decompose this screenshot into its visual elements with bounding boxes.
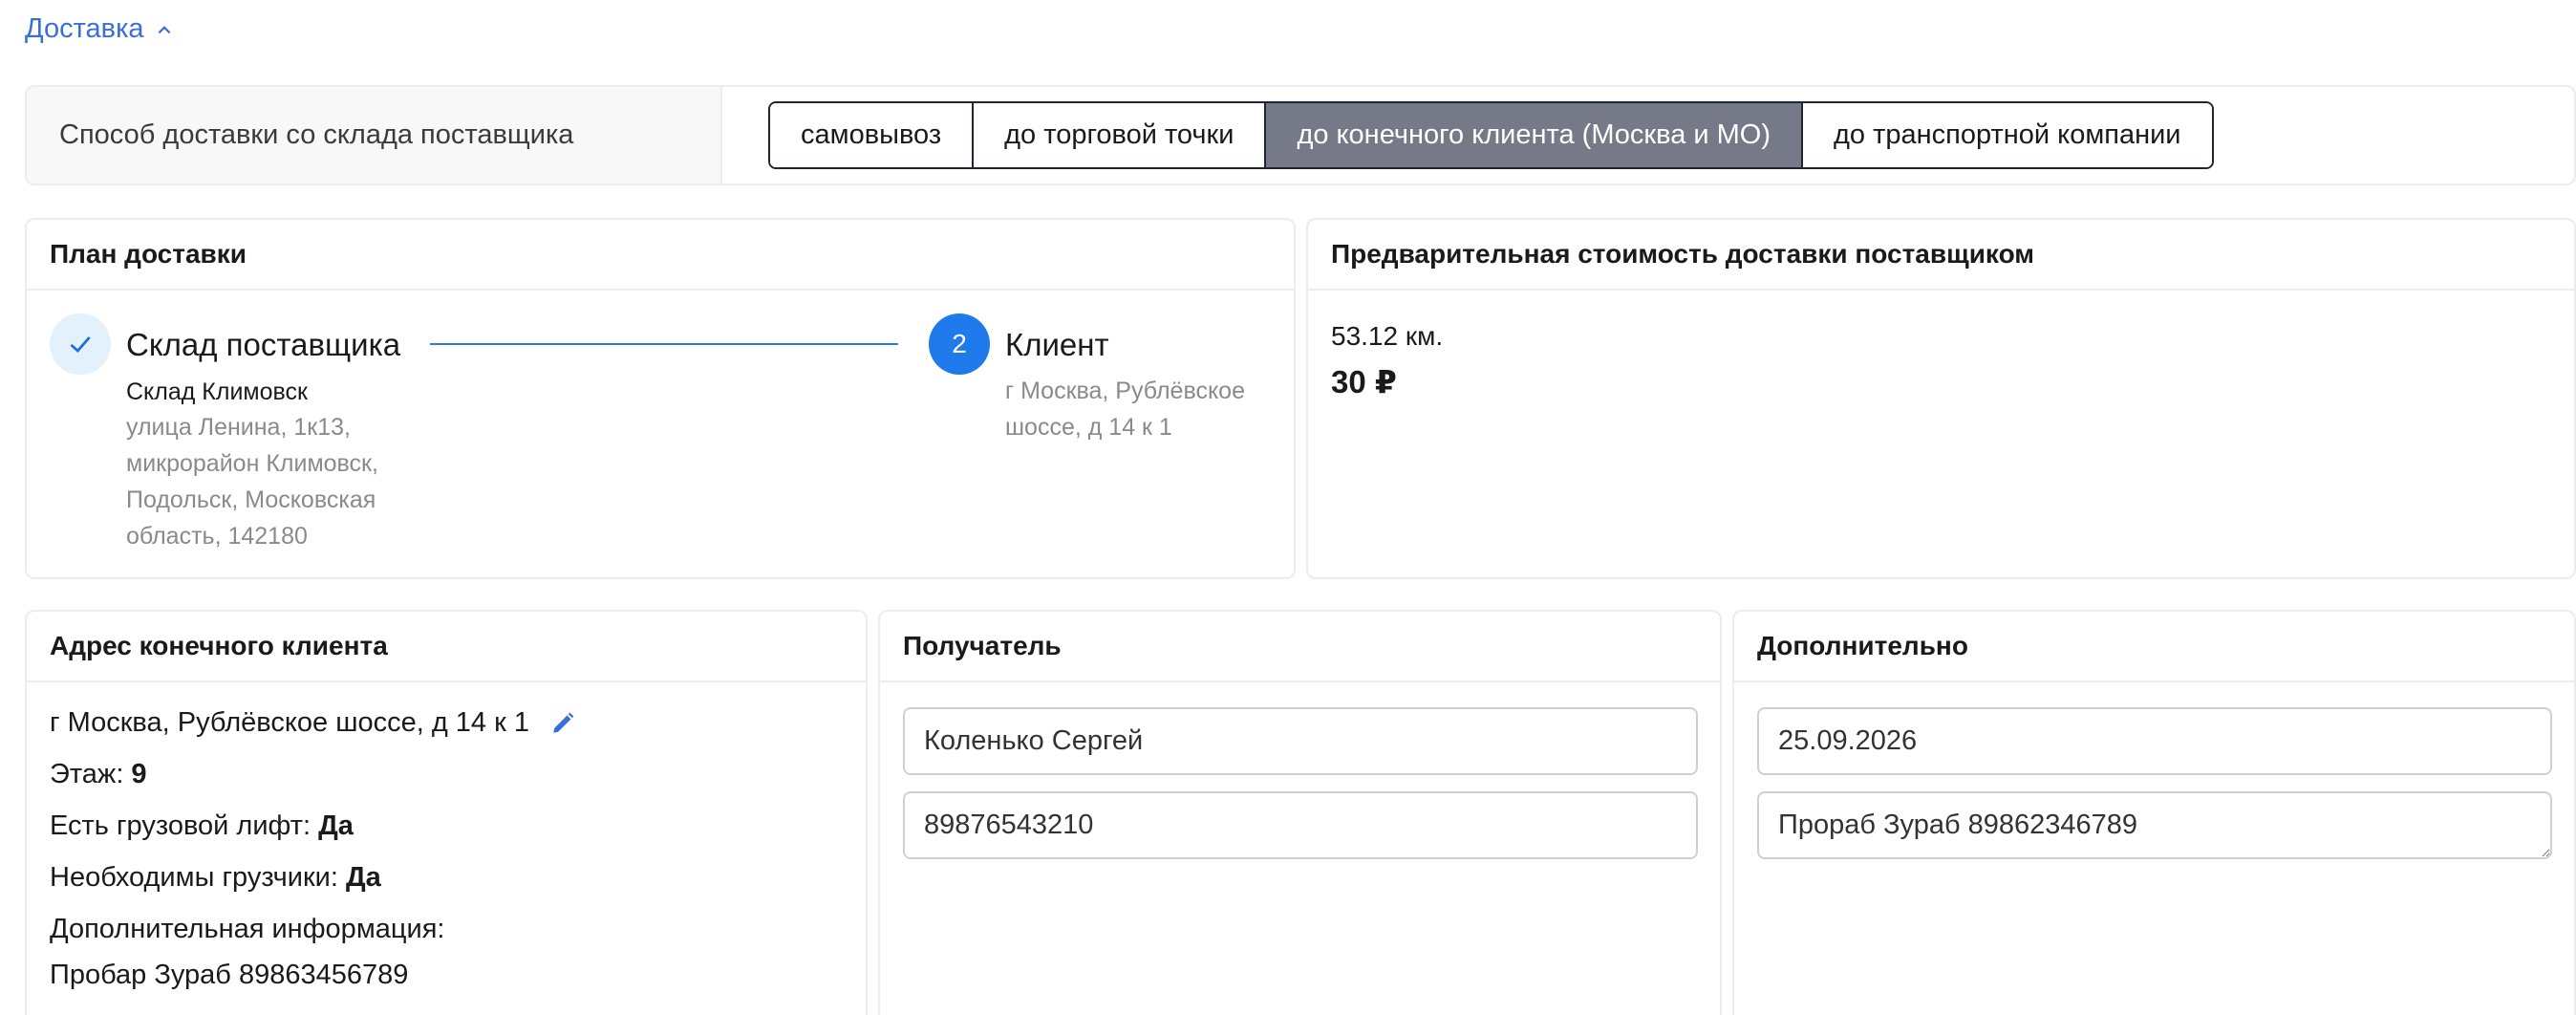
from-address: улица Ленина, 1к13, микрорайон Климовск,… (126, 409, 378, 554)
lift-label: Есть грузовой лифт: (50, 810, 311, 841)
floor-value: 9 (131, 759, 147, 789)
delivery-section-toggle[interactable]: Доставка (25, 13, 173, 45)
to-address-line: шоссе, д 14 к 1 (1005, 414, 1172, 441)
delivery-date-input[interactable] (1757, 707, 2552, 775)
plan-card-title: План доставки (27, 220, 1294, 291)
extra-info-label: Дополнительная информация: (50, 914, 445, 944)
recipient-title: Получатель (880, 612, 1720, 682)
movers-line: Необходимы грузчики: Да (50, 862, 381, 894)
method-pickup-button[interactable]: самовывоз (770, 103, 975, 167)
section-title: Доставка (25, 13, 144, 44)
delivery-distance: 53.12 км. (1331, 321, 1444, 351)
from-warehouse-name: Склад Климовск (126, 378, 308, 405)
lift-value: Да (318, 810, 354, 841)
route-connector-line (430, 343, 898, 345)
step-current-indicator: 2 (929, 313, 990, 375)
comment-textarea[interactable]: Прораб Зураб 89862346789 (1757, 791, 2552, 859)
delivery-plan-card: План доставки Склад поставщика Склад Кли… (25, 218, 1296, 579)
step-number: 2 (952, 329, 967, 358)
recipient-phone-input[interactable] (903, 791, 1698, 859)
floor-label: Этаж: (50, 759, 124, 789)
delivery-method-row: Способ доставки со склада поставщика сам… (25, 85, 2576, 185)
client-address-title: Адрес конечного клиента (27, 612, 866, 682)
to-address-line: г Москва, Рублёвское (1005, 378, 1245, 404)
delivery-method-segmented-control: самовывоз до торговой точки до конечного… (768, 101, 2214, 169)
floor-line: Этаж: 9 (50, 759, 147, 790)
method-store-button[interactable]: до торговой точки (974, 103, 1267, 167)
additional-title: Дополнительно (1734, 612, 2574, 682)
method-end-client-button[interactable]: до конечного клиента (Москва и МО) (1266, 103, 1804, 167)
step-done-indicator (50, 313, 111, 375)
from-address-line: область, 142180 (126, 523, 308, 550)
check-icon (70, 336, 91, 353)
to-step-title: Клиент (1005, 327, 1109, 362)
from-address-line: Подольск, Московская (126, 486, 376, 513)
delivery-method-label: Способ доставки со склада поставщика (27, 87, 722, 184)
recipient-card: Получатель (878, 610, 1722, 1015)
plan-card-body: Склад поставщика Склад Климовск улица Ле… (27, 291, 1294, 577)
movers-value: Да (345, 862, 381, 893)
client-address-text: г Москва, Рублёвское шоссе, д 14 к 1 (50, 707, 529, 738)
recipient-name-input[interactable] (903, 707, 1698, 775)
from-address-line: улица Ленина, 1к13, (126, 414, 351, 441)
movers-label: Необходимы грузчики: (50, 862, 338, 893)
from-step-title: Склад поставщика (126, 327, 401, 362)
delivery-price: 30 ₽ (1331, 364, 1397, 400)
to-address: г Москва, Рублёвское шоссе, д 14 к 1 (1005, 373, 1245, 445)
client-address-line: г Москва, Рублёвское шоссе, д 14 к 1 (50, 707, 575, 739)
chevron-up-icon (158, 25, 170, 33)
method-transport-company-button[interactable]: до транспортной компании (1803, 103, 2212, 167)
pencil-icon[interactable] (550, 711, 575, 736)
additional-card: Дополнительно Прораб Зураб 89862346789 (1732, 610, 2576, 1015)
lift-line: Есть грузовой лифт: Да (50, 810, 354, 842)
delivery-cost-card: Предварительная стоимость доставки поста… (1306, 218, 2576, 579)
client-address-card: Адрес конечного клиента г Москва, Рублёв… (25, 610, 868, 1015)
cost-card-title: Предварительная стоимость доставки поста… (1308, 220, 2574, 291)
from-address-line: микрорайон Климовск, (126, 450, 378, 477)
extra-info-value: Пробар Зураб 89863456789 (50, 960, 409, 990)
